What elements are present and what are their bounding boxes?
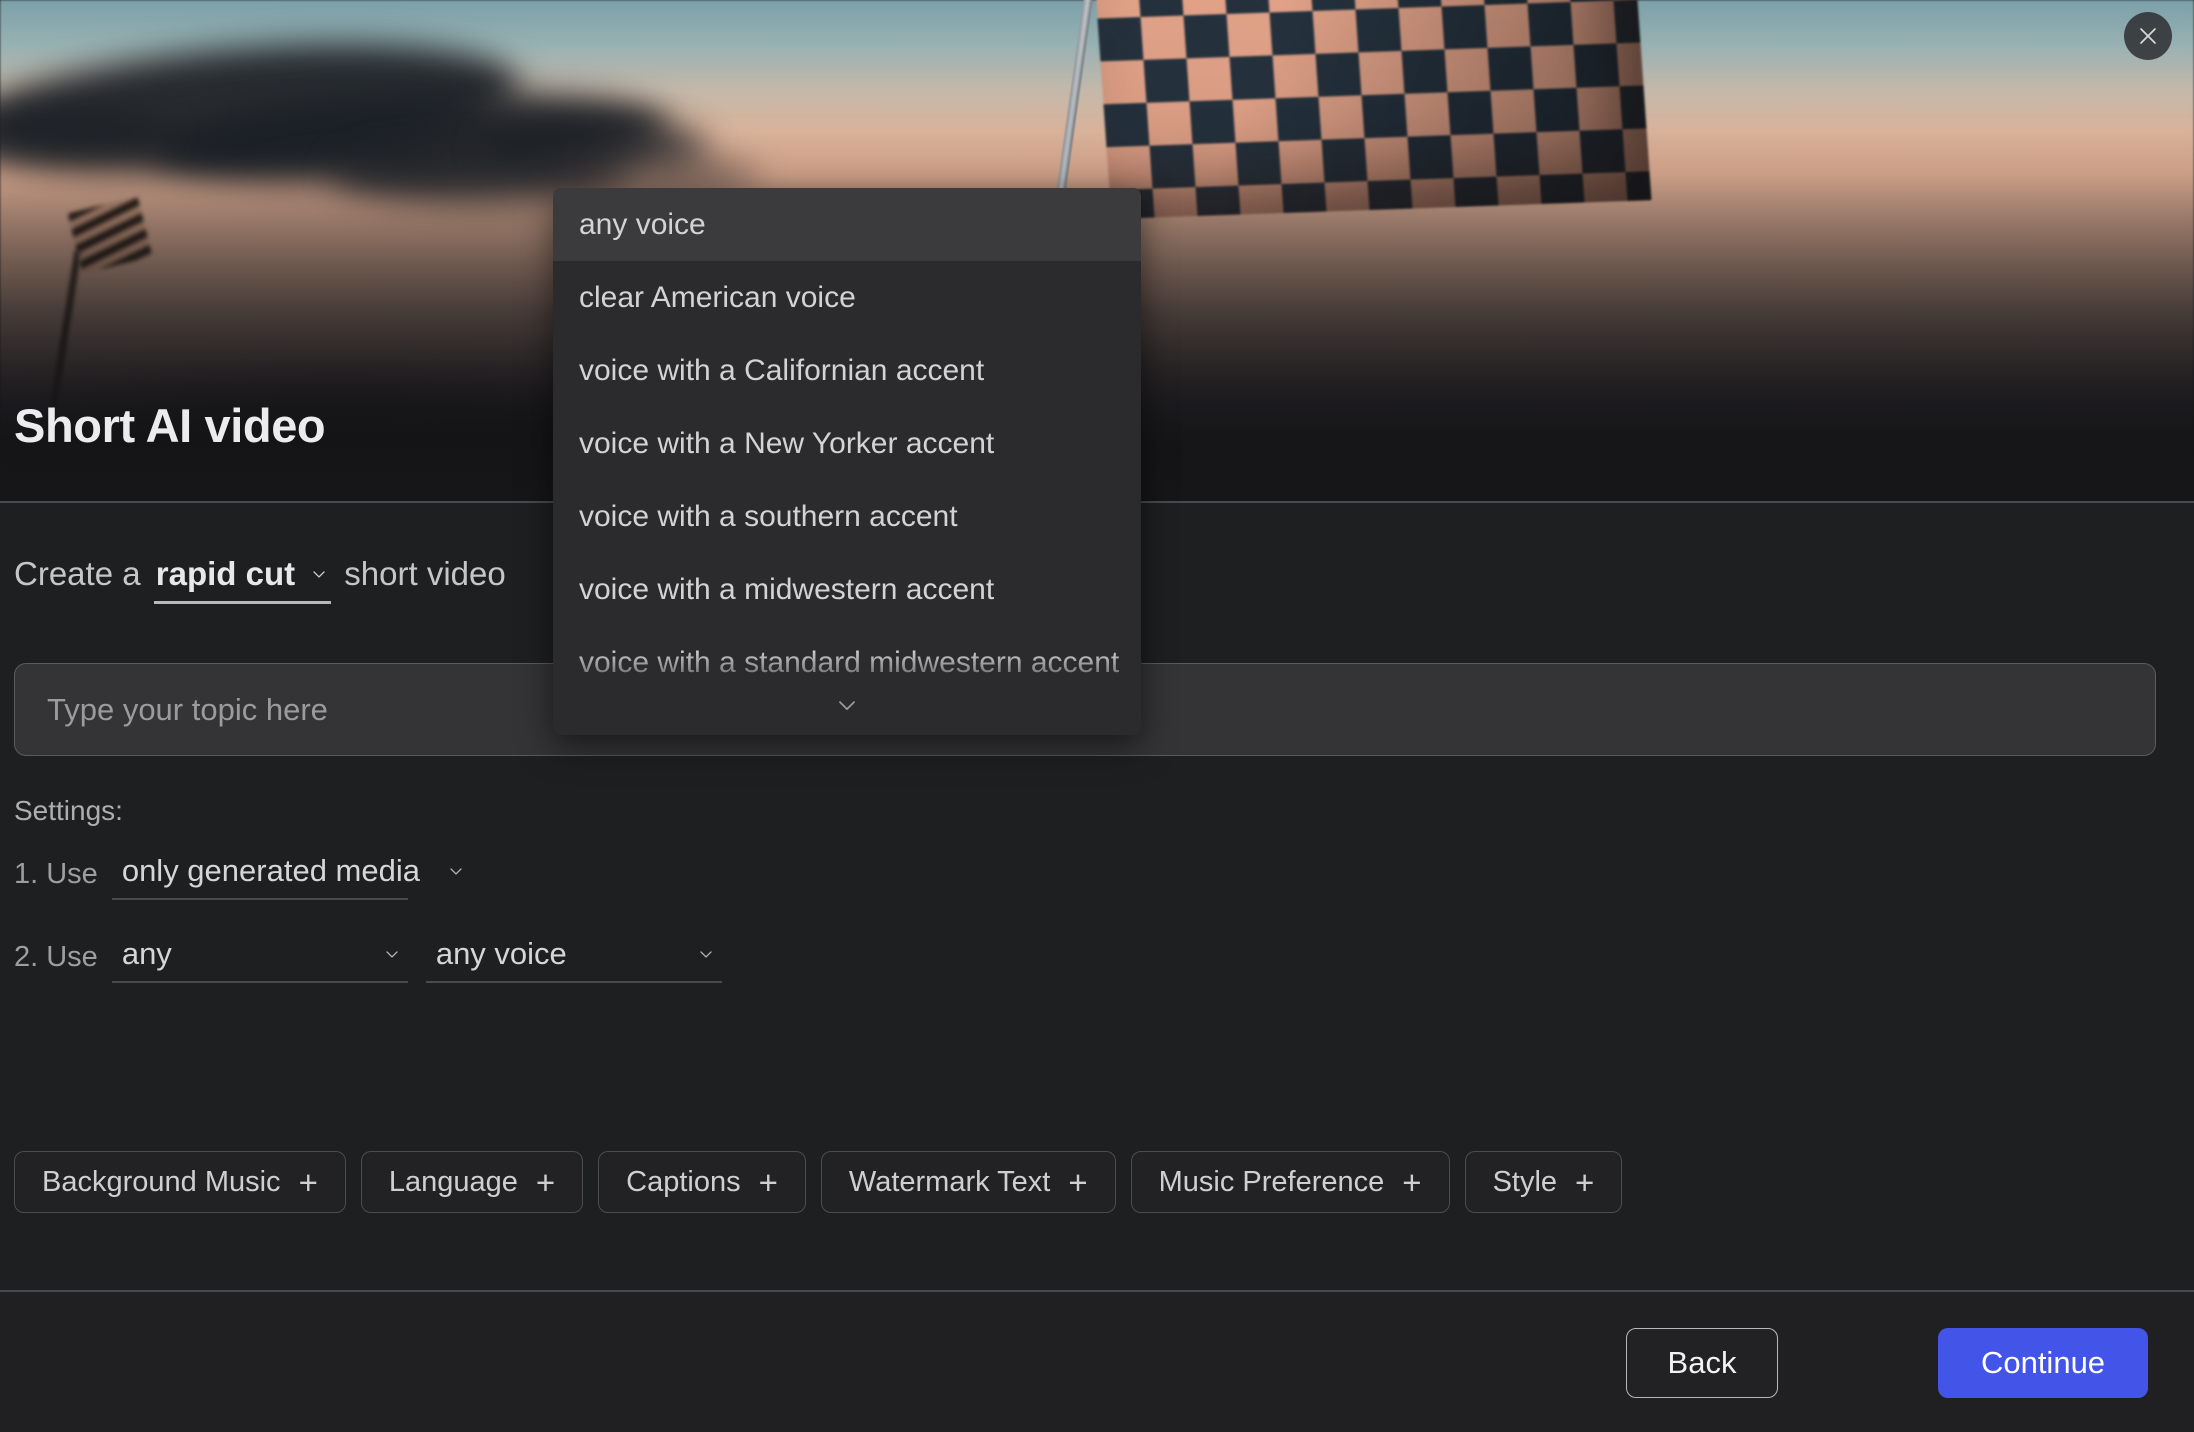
settings-label: Settings: (14, 795, 123, 826)
voice-style-dropdown[interactable]: any voice clear American voice voice wit… (553, 188, 1141, 735)
prompt-sentence: Create a rapid cut short video (14, 555, 506, 604)
chip-label: Watermark Text (848, 1165, 1051, 1198)
voice-style-select[interactable]: any voice (425, 936, 722, 983)
modal-footer: Back Continue (0, 1290, 2194, 1432)
chevron-down-icon (313, 571, 325, 578)
chip-label: Language (388, 1165, 518, 1198)
chip-style[interactable]: Style + (1464, 1151, 1623, 1213)
chip-label: Music Preference (1158, 1165, 1385, 1198)
chip-background-music[interactable]: Background Music + (14, 1151, 346, 1213)
prompt-suffix: short video (344, 555, 506, 592)
setting-row-2: 2. Use any any voice (14, 936, 722, 983)
voice-option[interactable]: clear American voice (553, 261, 1141, 334)
plus-icon: + (758, 1163, 778, 1201)
chip-label: Style (1492, 1165, 1558, 1198)
plus-icon: + (535, 1163, 556, 1201)
chevron-down-icon (839, 701, 855, 710)
chip-label: Background Music (42, 1165, 281, 1198)
back-button[interactable]: Back (1626, 1328, 1778, 1398)
continue-button[interactable]: Continue (1938, 1328, 2148, 1398)
video-type-select[interactable]: rapid cut (153, 555, 332, 604)
voice-option-list[interactable]: any voice clear American voice voice wit… (553, 188, 1141, 735)
voice-option[interactable]: voice with a southern accent (553, 480, 1141, 553)
chip-captions[interactable]: Captions + (598, 1151, 806, 1213)
media-source-value: only generated media (121, 853, 420, 888)
setting-row-1: 1. Use only generated media (14, 853, 462, 900)
voice-gender-select[interactable]: any (111, 936, 408, 983)
voice-option[interactable]: any voice (553, 188, 1141, 261)
voice-option[interactable]: voice with a New Yorker accent (553, 407, 1141, 480)
video-type-value: rapid cut (155, 555, 296, 592)
prompt-prefix: Create a (14, 555, 141, 592)
dropdown-scroll-more-button[interactable] (553, 691, 1141, 719)
voice-option[interactable]: voice with a standard midwestern accent (553, 626, 1141, 699)
media-source-select[interactable]: only generated media (111, 853, 462, 900)
topic-input-placeholder: Type your topic here (47, 691, 328, 727)
voice-style-value: any voice (435, 936, 567, 971)
plus-icon: + (298, 1163, 318, 1201)
optional-settings-chips: Background Music + Language + Captions +… (14, 1151, 1623, 1213)
voice-option[interactable]: voice with a Californian accent (553, 334, 1141, 407)
close-icon (2140, 28, 2156, 44)
plus-icon: + (1575, 1163, 1595, 1201)
setting-row-2-number: 2. Use (14, 941, 98, 973)
voice-gender-value: any (121, 936, 172, 971)
chip-music-preference[interactable]: Music Preference + (1130, 1151, 1450, 1213)
setting-row-1-number: 1. Use (14, 858, 98, 890)
page-title: Short AI video (14, 399, 326, 452)
chevron-down-icon (700, 951, 712, 958)
plus-icon: + (1402, 1163, 1422, 1201)
plus-icon: + (1068, 1163, 1088, 1201)
voice-option[interactable]: voice with a midwestern accent (553, 553, 1141, 626)
close-button[interactable] (2124, 12, 2172, 60)
short-ai-video-modal: Short AI video Create a rapid cut short … (0, 0, 2194, 1432)
chip-label: Captions (626, 1165, 741, 1198)
chip-watermark-text[interactable]: Watermark Text + (820, 1151, 1116, 1213)
chevron-down-icon (450, 868, 462, 875)
chevron-down-icon (386, 951, 398, 958)
chip-language[interactable]: Language + (360, 1151, 584, 1213)
